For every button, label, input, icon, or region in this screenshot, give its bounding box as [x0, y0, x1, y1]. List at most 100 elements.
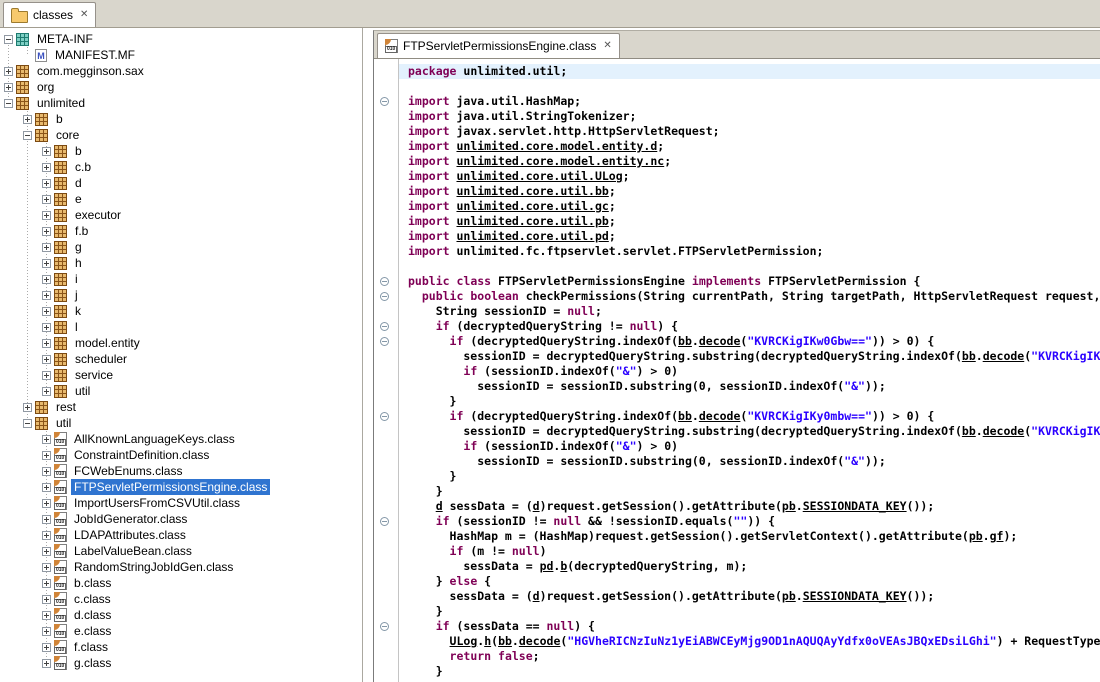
expand-icon[interactable]	[42, 339, 51, 348]
tree-item-meta-inf[interactable]: META-INF	[0, 31, 362, 47]
tree-item-d-class[interactable]: d.class	[0, 607, 362, 623]
expand-icon[interactable]	[42, 451, 51, 460]
tree-item-unlimited[interactable]: unlimited	[0, 95, 362, 111]
expand-icon[interactable]	[42, 435, 51, 444]
tree-item-labelvaluebean-class[interactable]: LabelValueBean.class	[0, 543, 362, 559]
tree-item-jobidgenerator-class[interactable]: JobIdGenerator.class	[0, 511, 362, 527]
tree-item-constraintdefinition-class[interactable]: ConstraintDefinition.class	[0, 447, 362, 463]
close-icon[interactable]: ✕	[603, 41, 611, 51]
tree-item-allknownlanguagekeys-class[interactable]: AllKnownLanguageKeys.class	[0, 431, 362, 447]
expand-icon[interactable]	[42, 483, 51, 492]
expand-icon[interactable]	[42, 275, 51, 284]
code-link[interactable]: pd	[540, 559, 554, 573]
code-link[interactable]: bb	[962, 424, 976, 438]
fold-collapse-icon[interactable]	[380, 337, 389, 346]
tree-item-util[interactable]: util	[0, 383, 362, 399]
expand-icon[interactable]	[42, 611, 51, 620]
expand-icon[interactable]	[42, 643, 51, 652]
code-link[interactable]: unlimited.core.model.entity.nc	[456, 154, 664, 168]
expand-icon[interactable]	[23, 403, 32, 412]
tree-item-executor[interactable]: executor	[0, 207, 362, 223]
code-link[interactable]: pb	[782, 589, 796, 603]
fold-collapse-icon[interactable]	[380, 622, 389, 631]
expand-icon[interactable]	[42, 499, 51, 508]
expand-icon[interactable]	[42, 371, 51, 380]
code-link[interactable]: gf	[990, 529, 1004, 543]
code-link[interactable]: d	[533, 499, 540, 513]
code-link[interactable]: SESSIONDATA_KEY	[803, 589, 907, 603]
code-link[interactable]: bb	[498, 634, 512, 648]
expand-icon[interactable]	[4, 67, 13, 76]
tree-item-rest[interactable]: rest	[0, 399, 362, 415]
fold-collapse-icon[interactable]	[380, 412, 389, 421]
tree-item-b-class[interactable]: b.class	[0, 575, 362, 591]
fold-collapse-icon[interactable]	[380, 322, 389, 331]
code-link[interactable]: d	[533, 589, 540, 603]
code-link[interactable]: decode	[519, 634, 561, 648]
expand-icon[interactable]	[42, 211, 51, 220]
close-icon[interactable]: ✕	[80, 10, 88, 20]
code-link[interactable]: d	[436, 499, 443, 513]
collapse-icon[interactable]	[4, 99, 13, 108]
tree-item-ftpservletpermissionsengine-class[interactable]: FTPServletPermissionsEngine.class	[0, 479, 362, 495]
expand-icon[interactable]	[4, 83, 13, 92]
code-link[interactable]: unlimited.core.util.gc	[456, 199, 608, 213]
tree-item-e-class[interactable]: e.class	[0, 623, 362, 639]
code-link[interactable]: decode	[699, 334, 741, 348]
code-link[interactable]: unlimited.core.util.ULog	[456, 169, 622, 183]
tree-item-k[interactable]: k	[0, 303, 362, 319]
code-link[interactable]: decode	[983, 424, 1025, 438]
fold-collapse-icon[interactable]	[380, 97, 389, 106]
expand-icon[interactable]	[42, 355, 51, 364]
code-link[interactable]: bb	[962, 349, 976, 363]
expand-icon[interactable]	[23, 115, 32, 124]
tree-item-j[interactable]: j	[0, 287, 362, 303]
tree-item-b[interactable]: b	[0, 111, 362, 127]
expand-icon[interactable]	[42, 259, 51, 268]
code-link[interactable]: unlimited.core.util.pd	[456, 229, 608, 243]
code-link[interactable]: bb	[678, 334, 692, 348]
code-link[interactable]: unlimited.core.util.pb	[456, 214, 608, 228]
fold-collapse-icon[interactable]	[380, 517, 389, 526]
code-link[interactable]: SESSIONDATA_KEY	[803, 499, 907, 513]
tree-item-fcwebenums-class[interactable]: FCWebEnums.class	[0, 463, 362, 479]
expand-icon[interactable]	[42, 387, 51, 396]
code-link[interactable]: ULog	[450, 634, 478, 648]
code-link[interactable]: decode	[699, 409, 741, 423]
collapse-icon[interactable]	[23, 131, 32, 140]
expand-icon[interactable]	[42, 595, 51, 604]
tree-item-h[interactable]: h	[0, 255, 362, 271]
tree-item-i[interactable]: i	[0, 271, 362, 287]
tab-ftpservletpermissionsengine-class[interactable]: FTPServletPermissionsEngine.class ✕	[377, 33, 620, 58]
expand-icon[interactable]	[42, 243, 51, 252]
tree-item-c-b[interactable]: c.b	[0, 159, 362, 175]
expand-icon[interactable]	[42, 307, 51, 316]
code-link[interactable]: pb	[969, 529, 983, 543]
tree-item-g-class[interactable]: g.class	[0, 655, 362, 671]
tree-item-util[interactable]: util	[0, 415, 362, 431]
tab-classes[interactable]: classes ✕	[3, 2, 96, 27]
expand-icon[interactable]	[42, 515, 51, 524]
expand-icon[interactable]	[42, 627, 51, 636]
tree-item-g[interactable]: g	[0, 239, 362, 255]
tree-item-importusersfromcsvutil-class[interactable]: ImportUsersFromCSVUtil.class	[0, 495, 362, 511]
tree-item-randomstringjobidgen-class[interactable]: RandomStringJobIdGen.class	[0, 559, 362, 575]
tree-item-model-entity[interactable]: model.entity	[0, 335, 362, 351]
collapse-icon[interactable]	[4, 35, 13, 44]
tree-item-manifest-mf[interactable]: MANIFEST.MF	[0, 47, 362, 63]
tree-item-core[interactable]: core	[0, 127, 362, 143]
expand-icon[interactable]	[42, 531, 51, 540]
collapse-icon[interactable]	[23, 419, 32, 428]
expand-icon[interactable]	[42, 579, 51, 588]
tree-item-d[interactable]: d	[0, 175, 362, 191]
expand-icon[interactable]	[42, 547, 51, 556]
expand-icon[interactable]	[42, 467, 51, 476]
tree-item-org[interactable]: org	[0, 79, 362, 95]
expand-icon[interactable]	[42, 179, 51, 188]
expand-icon[interactable]	[42, 323, 51, 332]
tree-item-ldapattributes-class[interactable]: LDAPAttributes.class	[0, 527, 362, 543]
tree-item-f-class[interactable]: f.class	[0, 639, 362, 655]
expand-icon[interactable]	[42, 563, 51, 572]
code-link[interactable]: decode	[983, 349, 1025, 363]
expand-icon[interactable]	[42, 163, 51, 172]
